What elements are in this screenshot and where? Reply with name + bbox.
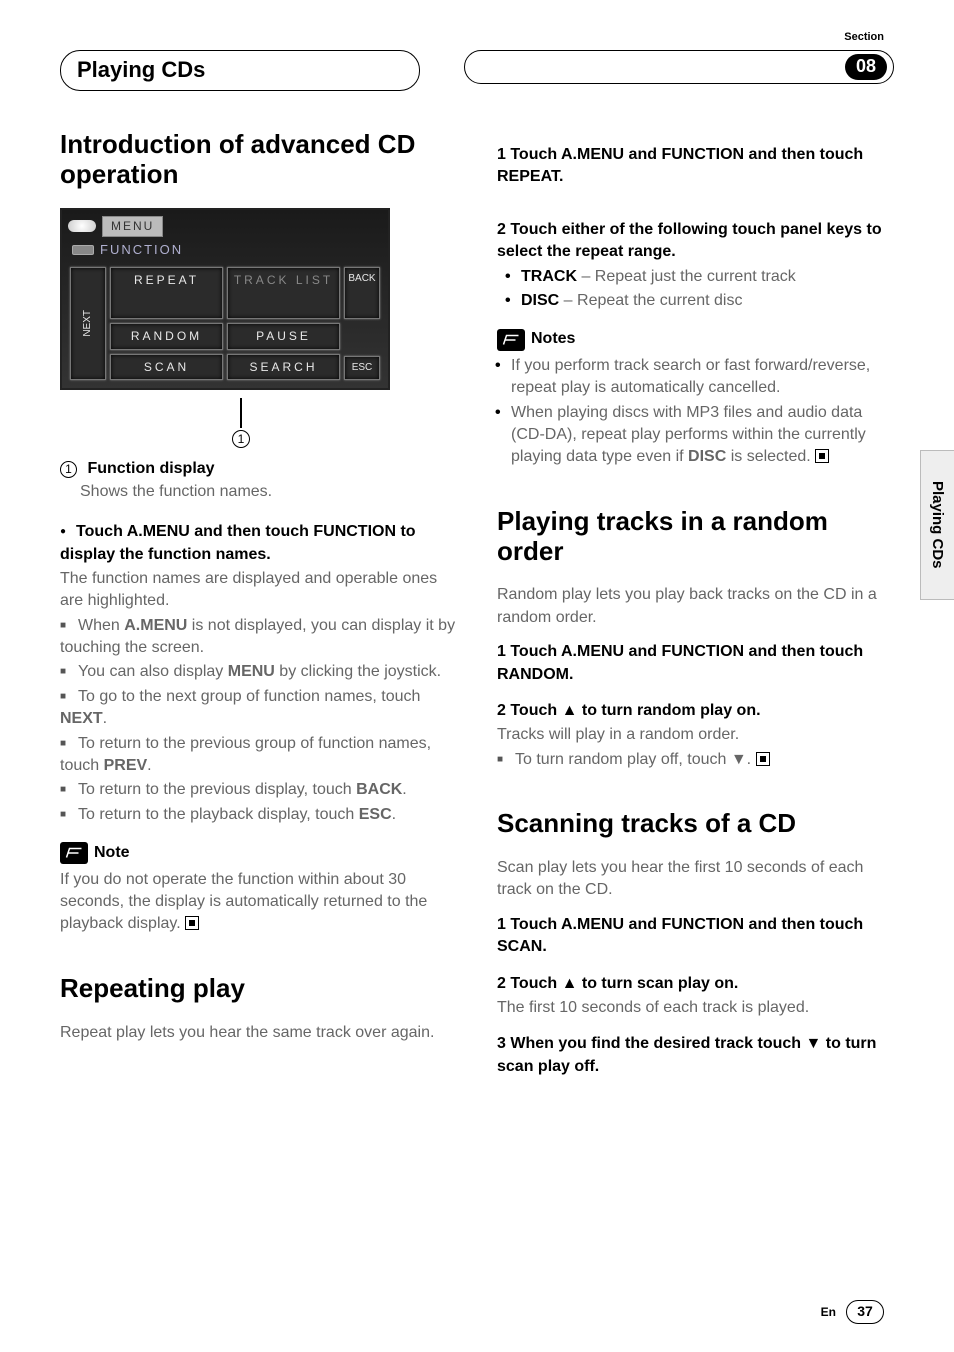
- scan-step1: 1 Touch A.MENU and FUNCTION and then tou…: [497, 914, 894, 959]
- device-repeat-button[interactable]: REPEAT: [110, 267, 223, 319]
- callout-number: 1: [232, 430, 250, 448]
- note-item: If you perform track search or fast forw…: [511, 355, 894, 400]
- header-right-pill: 08: [464, 50, 894, 84]
- page-header: Section Playing CDs 08: [60, 30, 894, 90]
- repeat-option-disc: DISC – Repeat the current disc: [521, 290, 894, 312]
- scan-body: Scan play lets you hear the first 10 sec…: [497, 857, 894, 902]
- scan-step3: 3 When you find the desired track touch …: [497, 1033, 894, 1078]
- scan-step2: 2 Touch ▲ to turn scan play on.: [497, 973, 894, 995]
- repeating-play-heading: Repeating play: [60, 974, 457, 1004]
- repeat-option-track: TRACK – Repeat just the current track: [521, 266, 894, 288]
- device-esc-button[interactable]: ESC: [344, 356, 380, 380]
- repeat-step1: 1 Touch A.MENU and FUNCTION and then tou…: [497, 144, 894, 189]
- end-mark-icon: [815, 449, 829, 463]
- cloud-icon: [68, 220, 96, 232]
- random-heading: Playing tracks in a random order: [497, 507, 894, 567]
- device-screenshot: MENU FUNCTION NEXT REPEAT TRACK LIST BAC…: [60, 208, 390, 391]
- cd-icon: [72, 245, 94, 255]
- language-label: En: [821, 1304, 836, 1321]
- scan-step2-body: The first 10 seconds of each track is pl…: [497, 997, 894, 1019]
- note-body: If you do not operate the function withi…: [60, 869, 457, 936]
- circled-one-icon: 1: [60, 461, 77, 478]
- tips-list: When A.MENU is not displayed, you can di…: [60, 615, 457, 827]
- end-mark-icon: [756, 752, 770, 766]
- lead-instruction-heading: Touch A.MENU and then touch FUNCTION to …: [60, 521, 457, 566]
- device-function-label: FUNCTION: [100, 242, 183, 257]
- section-number-badge: 08: [845, 54, 887, 80]
- tip-item: You can also display MENU by clicking th…: [60, 661, 457, 683]
- note-icon: [60, 842, 88, 864]
- device-function-row: FUNCTION: [68, 239, 382, 261]
- device-back-button[interactable]: BACK: [344, 267, 380, 319]
- tip-item: To return to the previous display, touch…: [60, 779, 457, 801]
- random-step1: 1 Touch A.MENU and FUNCTION and then tou…: [497, 641, 894, 686]
- lead-instruction-body: The function names are displayed and ope…: [60, 568, 457, 613]
- device-next-button[interactable]: NEXT: [70, 267, 106, 381]
- repeat-options-list: TRACK – Repeat just the current track DI…: [497, 266, 894, 313]
- header-title-pill: Playing CDs: [60, 50, 420, 91]
- end-mark-icon: [185, 916, 199, 930]
- note-icon: [497, 329, 525, 351]
- note-item: When playing discs with MP3 files and au…: [511, 402, 894, 469]
- repeat-step2: 2 Touch either of the following touch pa…: [497, 219, 894, 264]
- random-step2: 2 Touch ▲ to turn random play on.: [497, 700, 894, 722]
- device-scan-button[interactable]: SCAN: [110, 354, 223, 381]
- tip-item: To return to the playback display, touch…: [60, 804, 457, 826]
- left-column: Introduction of advanced CD operation ME…: [60, 130, 457, 1080]
- note-heading-row: Note: [60, 842, 457, 864]
- note-label: Note: [94, 842, 130, 864]
- device-random-button[interactable]: RANDOM: [110, 323, 223, 350]
- page-number: 37: [846, 1300, 884, 1324]
- random-off-list: To turn random play off, touch ▼.: [497, 749, 894, 771]
- callout-leader-line: [240, 398, 242, 428]
- side-tab: Playing CDs: [920, 450, 954, 600]
- tip-item: To return to the previous group of funct…: [60, 733, 457, 778]
- notes-list: If you perform track search or fast forw…: [497, 355, 894, 469]
- device-search-button[interactable]: SEARCH: [227, 354, 340, 381]
- device-tracklist-button[interactable]: TRACK LIST: [227, 267, 340, 319]
- notes-heading-row: Notes: [497, 328, 894, 350]
- section-label: Section: [844, 30, 884, 45]
- function-display-desc: Shows the function names.: [60, 481, 457, 503]
- device-menu-label: MENU: [102, 216, 163, 237]
- header-title: Playing CDs: [77, 57, 205, 82]
- function-display-label: Function display: [87, 460, 214, 477]
- tip-item: To go to the next group of function name…: [60, 686, 457, 731]
- random-off-item: To turn random play off, touch ▼.: [497, 749, 894, 771]
- device-pause-button[interactable]: PAUSE: [227, 323, 340, 350]
- scan-heading: Scanning tracks of a CD: [497, 809, 894, 839]
- right-column: 1 Touch A.MENU and FUNCTION and then tou…: [497, 130, 894, 1080]
- random-step2-body: Tracks will play in a random order.: [497, 724, 894, 746]
- function-display-item: 1 Function display: [60, 458, 457, 480]
- tip-item: When A.MENU is not displayed, you can di…: [60, 615, 457, 660]
- notes-label: Notes: [531, 328, 575, 350]
- intro-heading: Introduction of advanced CD operation: [60, 130, 457, 190]
- page-footer: En 37: [821, 1300, 884, 1324]
- repeating-play-body: Repeat play lets you hear the same track…: [60, 1022, 457, 1044]
- random-body: Random play lets you play back tracks on…: [497, 584, 894, 629]
